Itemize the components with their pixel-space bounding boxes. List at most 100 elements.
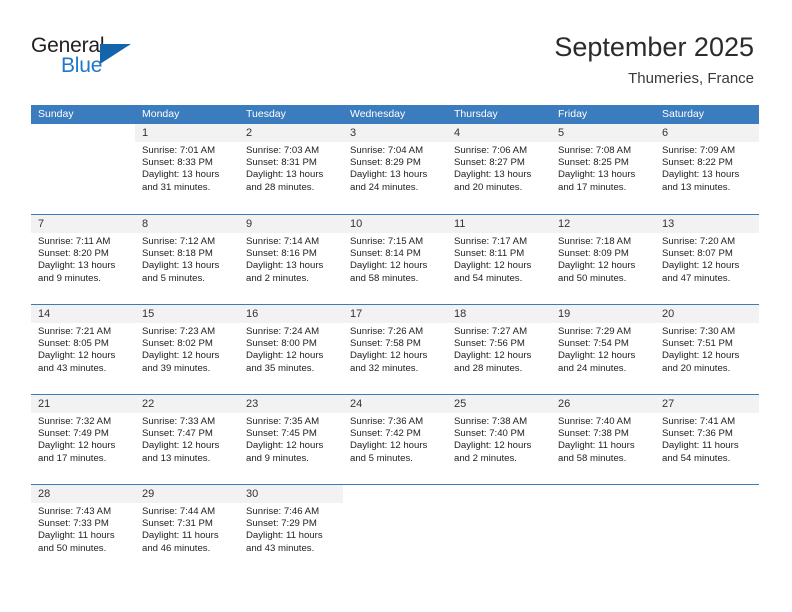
- day-cell[interactable]: 17 Sunrise: 7:26 AM Sunset: 7:58 PM Dayl…: [343, 305, 447, 394]
- daylight-text-line2: and 54 minutes.: [662, 452, 731, 464]
- day-cell[interactable]: 23 Sunrise: 7:35 AM Sunset: 7:45 PM Dayl…: [239, 395, 343, 484]
- week-row: 21 Sunrise: 7:32 AM Sunset: 7:49 PM Dayl…: [31, 394, 759, 484]
- day-number: [31, 124, 135, 142]
- sunrise-text: Sunrise: 7:32 AM: [38, 416, 112, 427]
- day-number: [343, 485, 447, 503]
- day-number: 22: [135, 395, 239, 413]
- day-cell[interactable]: 30 Sunrise: 7:46 AM Sunset: 7:29 PM Dayl…: [239, 485, 343, 576]
- sunset-text: Sunset: 7:56 PM: [454, 338, 525, 350]
- daylight-text-line2: and 17 minutes.: [38, 452, 107, 464]
- daylight-text-line2: and 35 minutes.: [246, 362, 315, 374]
- day-cell: [343, 485, 447, 576]
- day-cell[interactable]: 18 Sunrise: 7:27 AM Sunset: 7:56 PM Dayl…: [447, 305, 551, 394]
- day-cell: [447, 485, 551, 576]
- day-number: 4: [447, 124, 551, 142]
- week-row: 7 Sunrise: 7:11 AM Sunset: 8:20 PM Dayli…: [31, 214, 759, 304]
- day-cell[interactable]: 16 Sunrise: 7:24 AM Sunset: 8:00 PM Dayl…: [239, 305, 343, 394]
- day-number: 8: [135, 215, 239, 233]
- day-cell[interactable]: 7 Sunrise: 7:11 AM Sunset: 8:20 PM Dayli…: [31, 215, 135, 304]
- day-cell[interactable]: 2 Sunrise: 7:03 AM Sunset: 8:31 PM Dayli…: [239, 124, 343, 214]
- daylight-text-line2: and 50 minutes.: [38, 542, 107, 554]
- day-number: 21: [31, 395, 135, 413]
- day-info: Sunrise: 7:27 AM Sunset: 7:56 PM Dayligh…: [447, 323, 551, 375]
- day-number: 30: [239, 485, 343, 503]
- day-info: Sunrise: 7:26 AM Sunset: 7:58 PM Dayligh…: [343, 323, 447, 375]
- daylight-text-line2: and 5 minutes.: [142, 272, 205, 284]
- daylight-text-line1: Daylight: 12 hours: [454, 440, 532, 452]
- daylight-text-line2: and 43 minutes.: [246, 542, 315, 554]
- day-cell[interactable]: 9 Sunrise: 7:14 AM Sunset: 8:16 PM Dayli…: [239, 215, 343, 304]
- day-cell[interactable]: 6 Sunrise: 7:09 AM Sunset: 8:22 PM Dayli…: [655, 124, 759, 214]
- day-cell[interactable]: 24 Sunrise: 7:36 AM Sunset: 7:42 PM Dayl…: [343, 395, 447, 484]
- daylight-text-line1: Daylight: 12 hours: [38, 350, 116, 362]
- weekday-header-monday: Monday: [142, 108, 180, 120]
- day-cell[interactable]: 1 Sunrise: 7:01 AM Sunset: 8:33 PM Dayli…: [135, 124, 239, 214]
- day-cell[interactable]: 25 Sunrise: 7:38 AM Sunset: 7:40 PM Dayl…: [447, 395, 551, 484]
- sunrise-text: Sunrise: 7:41 AM: [662, 416, 736, 427]
- sunrise-text: Sunrise: 7:27 AM: [454, 326, 528, 337]
- daylight-text-line1: Daylight: 11 hours: [246, 530, 323, 542]
- day-cell[interactable]: 19 Sunrise: 7:29 AM Sunset: 7:54 PM Dayl…: [551, 305, 655, 394]
- day-cell[interactable]: 15 Sunrise: 7:23 AM Sunset: 8:02 PM Dayl…: [135, 305, 239, 394]
- day-cell[interactable]: 26 Sunrise: 7:40 AM Sunset: 7:38 PM Dayl…: [551, 395, 655, 484]
- sunrise-text: Sunrise: 7:33 AM: [142, 416, 216, 427]
- day-info: Sunrise: 7:33 AM Sunset: 7:47 PM Dayligh…: [135, 413, 239, 465]
- daylight-text-line1: Daylight: 12 hours: [662, 350, 740, 362]
- sunset-text: Sunset: 8:02 PM: [142, 338, 213, 350]
- daylight-text-line2: and 13 minutes.: [662, 181, 731, 193]
- day-number: 12: [551, 215, 655, 233]
- day-cell[interactable]: 12 Sunrise: 7:18 AM Sunset: 8:09 PM Dayl…: [551, 215, 655, 304]
- day-cell[interactable]: 4 Sunrise: 7:06 AM Sunset: 8:27 PM Dayli…: [447, 124, 551, 214]
- day-cell[interactable]: 8 Sunrise: 7:12 AM Sunset: 8:18 PM Dayli…: [135, 215, 239, 304]
- day-cell[interactable]: 14 Sunrise: 7:21 AM Sunset: 8:05 PM Dayl…: [31, 305, 135, 394]
- day-info: Sunrise: 7:38 AM Sunset: 7:40 PM Dayligh…: [447, 413, 551, 465]
- day-cell[interactable]: 28 Sunrise: 7:43 AM Sunset: 7:33 PM Dayl…: [31, 485, 135, 576]
- day-cell[interactable]: 13 Sunrise: 7:20 AM Sunset: 8:07 PM Dayl…: [655, 215, 759, 304]
- weekday-header-saturday: Saturday: [662, 108, 705, 120]
- brand-logo[interactable]: General Blue: [31, 34, 211, 84]
- day-cell[interactable]: 29 Sunrise: 7:44 AM Sunset: 7:31 PM Dayl…: [135, 485, 239, 576]
- day-cell[interactable]: 10 Sunrise: 7:15 AM Sunset: 8:14 PM Dayl…: [343, 215, 447, 304]
- daylight-text-line2: and 13 minutes.: [142, 452, 211, 464]
- daylight-text-line1: Daylight: 12 hours: [142, 350, 220, 362]
- daylight-text-line2: and 58 minutes.: [350, 272, 419, 284]
- sunset-text: Sunset: 8:07 PM: [662, 248, 733, 260]
- sunset-text: Sunset: 8:09 PM: [558, 248, 629, 260]
- day-info: Sunrise: 7:44 AM Sunset: 7:31 PM Dayligh…: [135, 503, 239, 555]
- day-cell[interactable]: 27 Sunrise: 7:41 AM Sunset: 7:36 PM Dayl…: [655, 395, 759, 484]
- daylight-text-line1: Daylight: 11 hours: [662, 440, 739, 452]
- day-info: Sunrise: 7:01 AM Sunset: 8:33 PM Dayligh…: [135, 142, 239, 194]
- sunset-text: Sunset: 7:51 PM: [662, 338, 733, 350]
- day-cell[interactable]: 3 Sunrise: 7:04 AM Sunset: 8:29 PM Dayli…: [343, 124, 447, 214]
- daylight-text-line1: Daylight: 12 hours: [246, 440, 324, 452]
- day-cell[interactable]: 22 Sunrise: 7:33 AM Sunset: 7:47 PM Dayl…: [135, 395, 239, 484]
- day-info: Sunrise: 7:08 AM Sunset: 8:25 PM Dayligh…: [551, 142, 655, 194]
- page-header: General Blue September 2025 Thumeries, F…: [0, 0, 792, 100]
- sunset-text: Sunset: 8:20 PM: [38, 248, 109, 260]
- day-info: Sunrise: 7:18 AM Sunset: 8:09 PM Dayligh…: [551, 233, 655, 285]
- day-info: Sunrise: 7:06 AM Sunset: 8:27 PM Dayligh…: [447, 142, 551, 194]
- day-cell[interactable]: 21 Sunrise: 7:32 AM Sunset: 7:49 PM Dayl…: [31, 395, 135, 484]
- sunrise-text: Sunrise: 7:18 AM: [558, 236, 632, 247]
- day-info: Sunrise: 7:32 AM Sunset: 7:49 PM Dayligh…: [31, 413, 135, 465]
- day-number: 24: [343, 395, 447, 413]
- daylight-text-line2: and 24 minutes.: [350, 181, 419, 193]
- week-row: 28 Sunrise: 7:43 AM Sunset: 7:33 PM Dayl…: [31, 484, 759, 576]
- sunrise-text: Sunrise: 7:12 AM: [142, 236, 216, 247]
- day-cell[interactable]: 5 Sunrise: 7:08 AM Sunset: 8:25 PM Dayli…: [551, 124, 655, 214]
- day-cell[interactable]: 20 Sunrise: 7:30 AM Sunset: 7:51 PM Dayl…: [655, 305, 759, 394]
- sunrise-text: Sunrise: 7:40 AM: [558, 416, 632, 427]
- day-cell[interactable]: 11 Sunrise: 7:17 AM Sunset: 8:11 PM Dayl…: [447, 215, 551, 304]
- daylight-text-line1: Daylight: 13 hours: [246, 260, 324, 272]
- day-info: Sunrise: 7:15 AM Sunset: 8:14 PM Dayligh…: [343, 233, 447, 285]
- sunrise-text: Sunrise: 7:29 AM: [558, 326, 632, 337]
- weekday-header-friday: Friday: [558, 108, 588, 120]
- sunrise-text: Sunrise: 7:01 AM: [142, 145, 216, 156]
- day-number: 7: [31, 215, 135, 233]
- daylight-text-line1: Daylight: 12 hours: [454, 350, 532, 362]
- sunset-text: Sunset: 8:27 PM: [454, 157, 525, 169]
- daylight-text-line1: Daylight: 11 hours: [142, 530, 219, 542]
- day-number: 25: [447, 395, 551, 413]
- weekday-header-wednesday: Wednesday: [350, 108, 406, 120]
- sunrise-text: Sunrise: 7:08 AM: [558, 145, 632, 156]
